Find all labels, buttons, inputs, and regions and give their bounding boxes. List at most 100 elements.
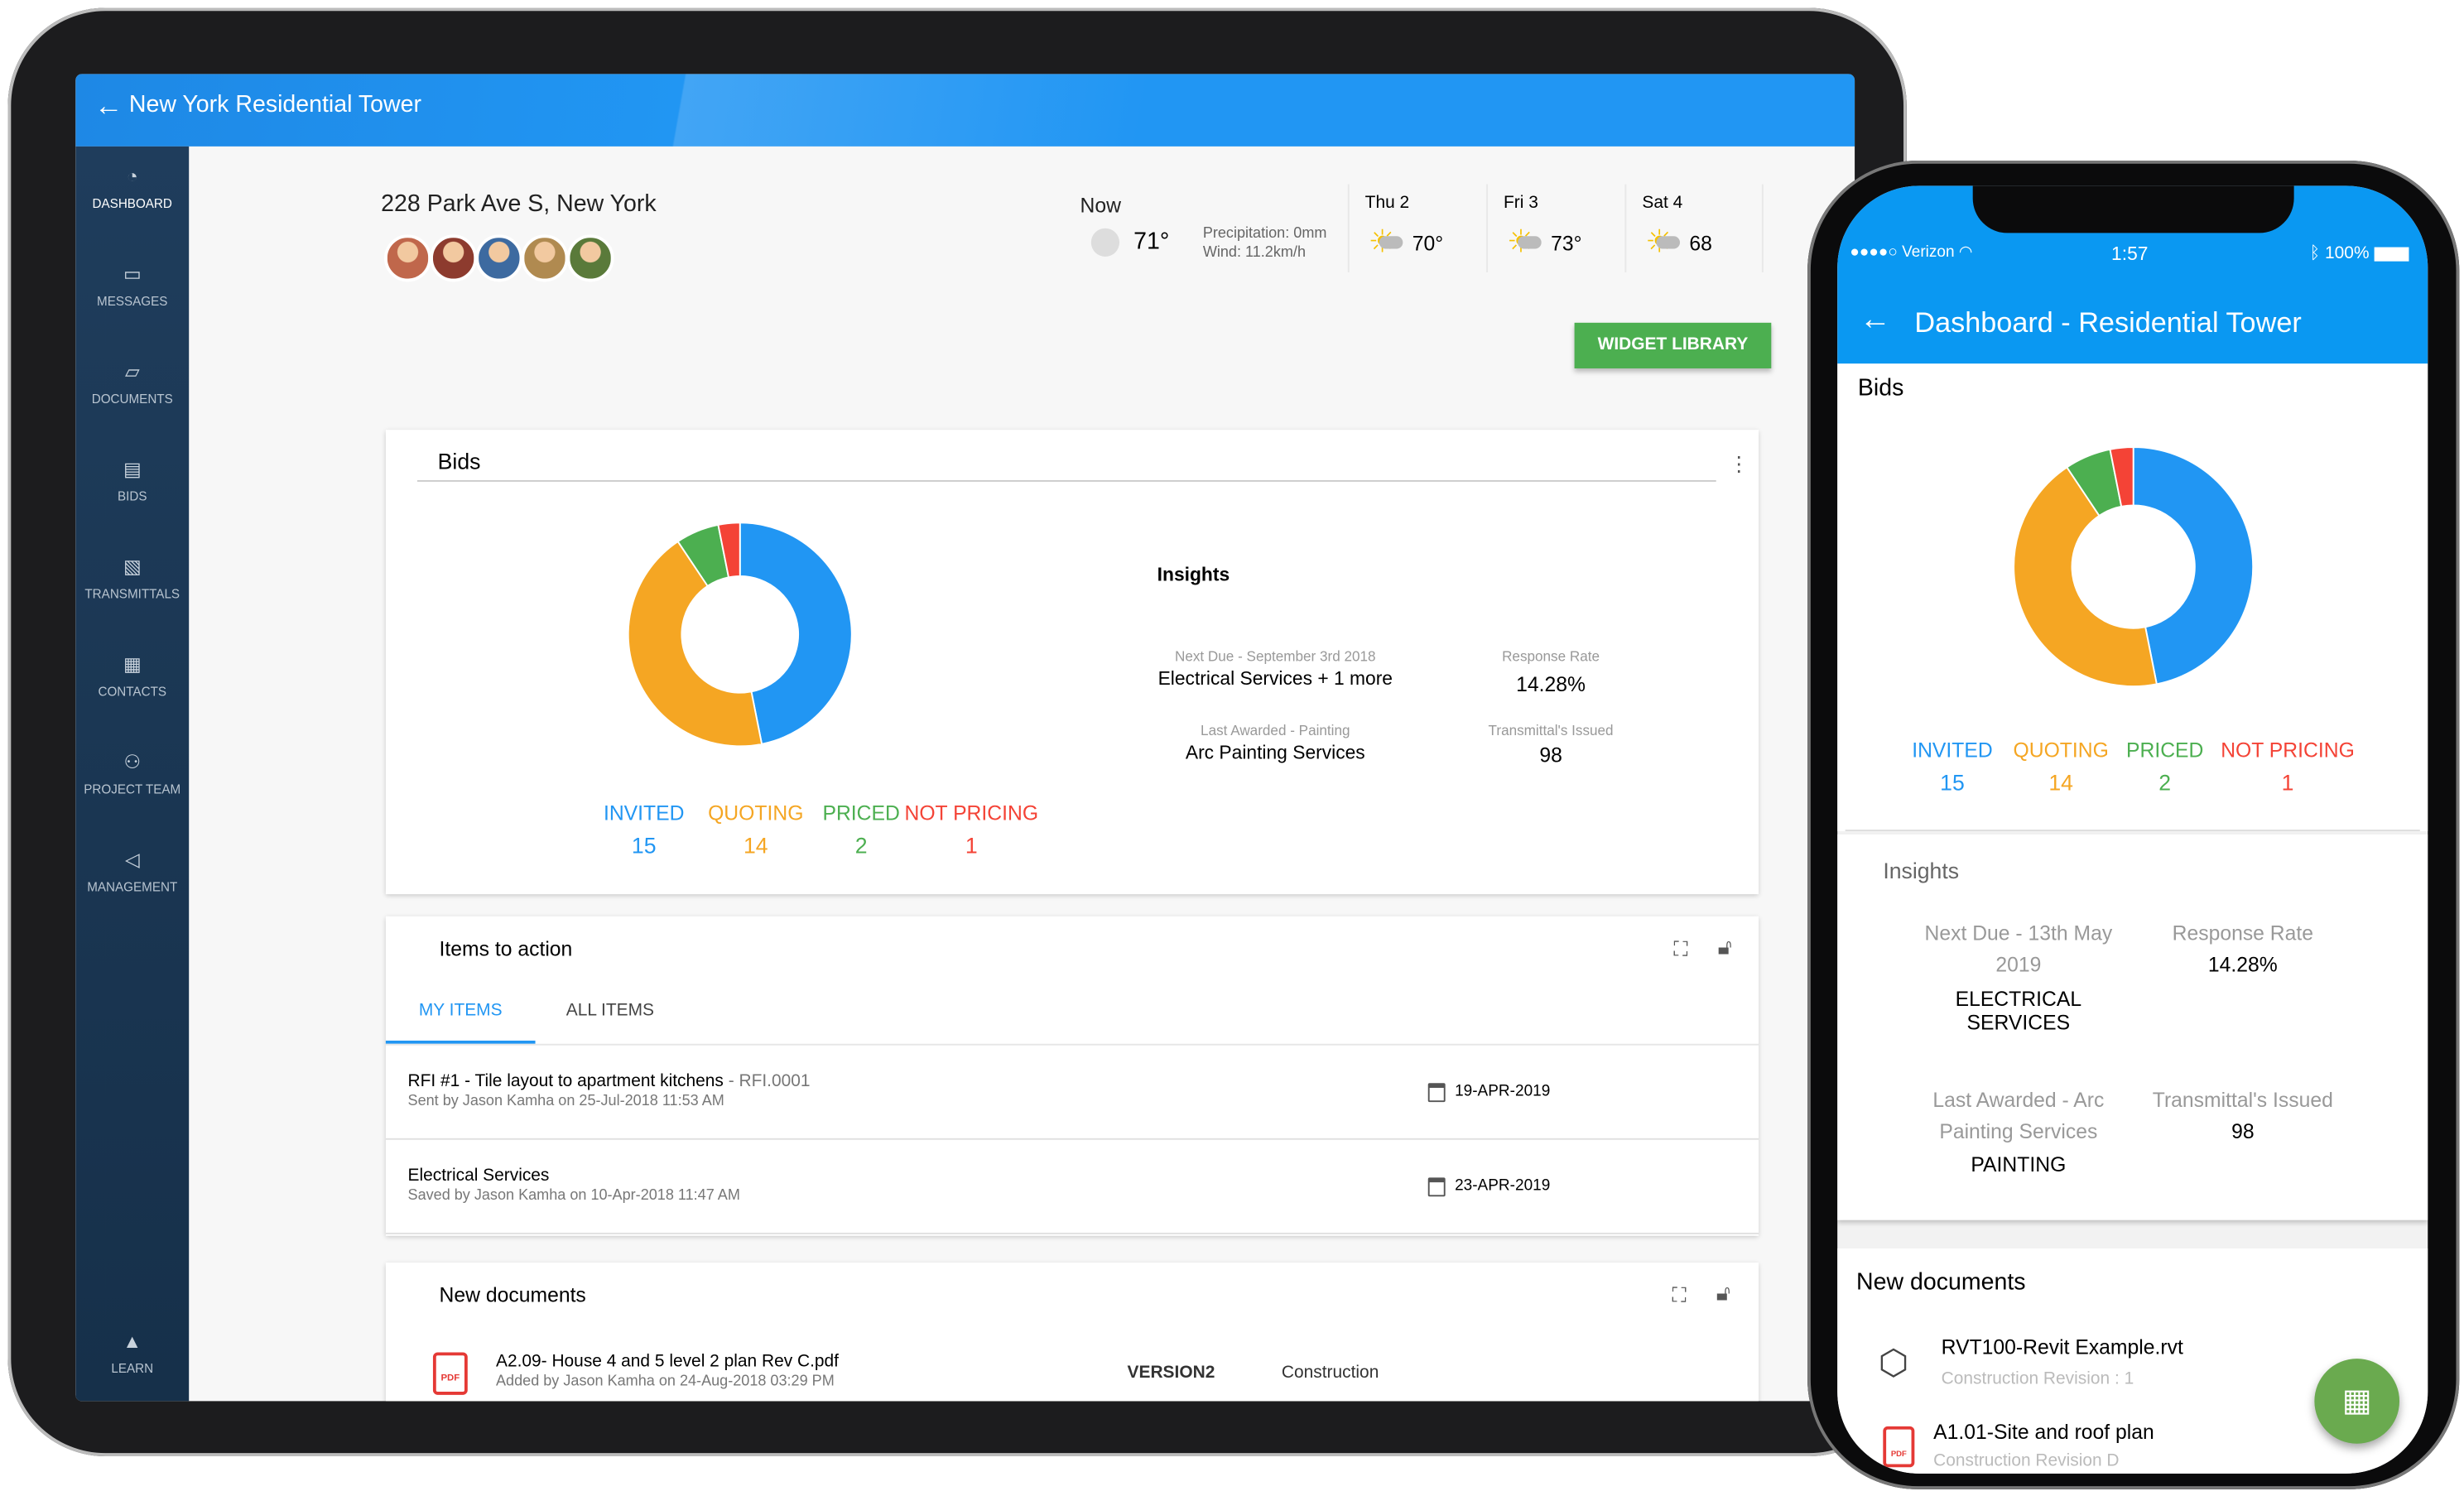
phone-last-awarded: Last Awarded - Arc Painting Services PAI…	[1908, 1085, 2129, 1176]
document-sub: Construction Revision D	[1933, 1451, 2120, 1471]
sidebar-item-bids[interactable]: ▤ BIDS	[75, 458, 189, 503]
tab-all-items[interactable]: ALL ITEMS	[543, 987, 677, 1043]
cloud-icon	[1656, 236, 1681, 249]
next-due-label: Next Due - September 3rd 2018	[1174, 648, 1376, 665]
avatar[interactable]	[521, 234, 569, 282]
widget-library-button[interactable]: WIDGET LIBRARY	[1574, 322, 1772, 368]
project-address: 228 Park Ave S, New York	[381, 190, 657, 218]
lock-icon[interactable]: 🔓︎	[1716, 1280, 1730, 1306]
more-vert-icon[interactable]: ⋮	[1729, 452, 1749, 477]
action-item-row[interactable]: Electrical Services Saved by Jason Kamha…	[385, 1140, 1759, 1234]
project-title: New York Residential Tower	[128, 91, 421, 118]
calendar-icon	[1427, 1083, 1446, 1103]
weather-details: Precipitation: 0mm Wind: 11.2km/h	[1203, 225, 1327, 263]
phone-bids-card: Bids INVITED 15 QUOTING 14 PRICED 2 NOT PRICIN…	[1837, 363, 2428, 832]
bids-donut-chart	[627, 522, 853, 748]
messages-icon: ▭	[123, 262, 142, 286]
weather-day-label: Sat 4	[1642, 193, 1683, 213]
donut-slice-invited[interactable]	[2132, 446, 2255, 685]
last-awarded: Last Awarded - Painting Arc Painting Ser…	[1126, 723, 1425, 763]
tablet-screen: ← New York Residential Tower ◔ DASHBOARD ▭…	[75, 74, 1855, 1402]
avatar[interactable]	[383, 234, 432, 282]
document-name: A2.09- House 4 and 5 level 2 plan Rev C.…	[496, 1352, 839, 1372]
divider	[1845, 830, 2420, 832]
document-name: A1.01-Site and roof plan	[1933, 1420, 2154, 1444]
document-name: RVT100-Revit Example.rvt	[1941, 1335, 2183, 1359]
next-due: Next Due - September 3rd 2018 Electrical…	[1126, 648, 1425, 689]
phone-next-due: Next Due - 13th May 2019 ELECTRICAL SERV…	[1908, 918, 2129, 1035]
document-type: Construction	[1281, 1363, 1379, 1383]
tab-my-items[interactable]: MY ITEMS	[385, 987, 536, 1044]
project-team-icon: ⚇	[123, 751, 141, 773]
item-ref: - RFI.0001	[728, 1071, 811, 1091]
insights-title: Insights	[1157, 563, 1230, 586]
bids-icon: ▤	[123, 458, 142, 480]
3d-model-icon: ⬡	[1878, 1343, 1909, 1383]
transmittals-value: 98	[2231, 1119, 2255, 1143]
avatar[interactable]	[475, 234, 523, 282]
item-sub: Saved by Jason Kamha on 10-Apr-2018 11:4…	[407, 1186, 740, 1205]
sidebar-item-project-team[interactable]: ⚇ PROJECT TEAM	[75, 751, 189, 796]
weather-now-label: Now	[1080, 193, 1121, 218]
expand-icon[interactable]: ⛶	[1672, 1283, 1686, 1308]
sidebar-item-documents[interactable]: ▱ DOCUMENTS	[75, 360, 189, 406]
sidebar-item-management[interactable]: ◁ MANAGEMENT	[75, 849, 189, 894]
document-sub: Construction Revision : 1	[1941, 1369, 2134, 1389]
pdf-file-icon: PDF	[432, 1352, 468, 1395]
expand-icon[interactable]: ⛶	[1673, 936, 1687, 961]
weather-day-temp: 73°	[1551, 231, 1582, 256]
sidebar-item-learn[interactable]: ▲ LEARN	[75, 1330, 189, 1376]
document-version: VERSION2	[1127, 1363, 1215, 1383]
carrier-name: Verizon	[1902, 243, 1955, 262]
weather-day: Fri 3 ☀ 73°	[1486, 184, 1624, 272]
avatar[interactable]	[566, 234, 614, 282]
app-header: ← New York Residential Tower	[75, 74, 1855, 147]
cloud-icon	[1518, 236, 1542, 249]
donut-slice-invited[interactable]	[739, 522, 853, 745]
document-item[interactable]: A1.01-Site and roof plan Construction Re…	[1933, 1420, 2154, 1470]
weather-day-temp: 68	[1689, 231, 1712, 256]
weather-day-temp: 70°	[1412, 231, 1444, 256]
legend-label: NOT PRICING	[904, 801, 1039, 825]
transmittals-issued: Transmittal's Issued 98	[1441, 723, 1661, 767]
cloud-icon	[1379, 236, 1403, 249]
next-due-value: ELECTRICAL SERVICES	[1955, 987, 2082, 1035]
sidebar-item-contacts[interactable]: ▦ CONTACTS	[75, 653, 189, 699]
phone-bids-legend: INVITED 15 QUOTING 14 PRICED 2 NOT PRICING 1	[1837, 738, 2428, 801]
response-rate: Response Rate 14.28%	[1456, 648, 1645, 695]
sidebar-item-label: DASHBOARD	[92, 196, 172, 211]
legend-value: 1	[965, 832, 978, 859]
item-sub: Sent by Jason Kamha on 25-Jul-2018 11:53…	[407, 1092, 724, 1110]
phone-notch	[1972, 185, 2294, 233]
sidebar-item-transmittals[interactable]: ▧ TRANSMITTALS	[75, 556, 189, 601]
response-rate-value: 14.28%	[1516, 671, 1586, 696]
precipitation: Precipitation: 0mm	[1202, 224, 1327, 243]
weather-day-label: Thu 2	[1364, 193, 1410, 213]
sidebar-item-label: TRANSMITTALS	[84, 587, 180, 602]
phone-bids-title: Bids	[1857, 374, 1904, 402]
documents-title: New documents	[439, 1282, 586, 1307]
sidebar-item-messages[interactable]: ▭ MESSAGES	[75, 263, 189, 309]
lock-icon[interactable]: 🔓︎	[1718, 934, 1732, 960]
arrow-left-icon[interactable]: ←	[94, 89, 123, 123]
document-item[interactable]: A2.09- House 4 and 5 level 2 plan Rev C.…	[496, 1352, 839, 1390]
sidebar-item-dashboard[interactable]: ◔ DASHBOARD	[75, 166, 189, 211]
team-avatars[interactable]	[383, 234, 620, 282]
phone-insights-card: Insights Next Due - 13th May 2019 ELECTR…	[1837, 834, 2428, 1220]
transmittals-label: Transmittal's Issued	[1488, 722, 1614, 738]
action-item-row[interactable]: RFI #1 - Tile layout to apartment kitche…	[385, 1046, 1759, 1140]
document-item[interactable]: RVT100-Revit Example.rvt Construction Re…	[1942, 1335, 2183, 1389]
phone-frame: ●●●●○ Verizon ◠ 1:57 ᛒ 100% ← Dashboard …	[1807, 160, 2460, 1489]
items-to-action-card: Items to action ⛶ 🔓︎ MY ITEMS ALL ITEMS …	[385, 916, 1759, 1236]
bids-card: Bids ⋮ INVITED 15 QUOTING 14 PRICED 2 NOT PRIC…	[385, 430, 1759, 895]
apps-grid-fab[interactable]: ▦	[2314, 1359, 2400, 1444]
avatar[interactable]	[430, 234, 478, 282]
bids-title: Bids	[437, 448, 481, 474]
phone-insights-title: Insights	[1883, 858, 1960, 883]
weather-day-label: Fri 3	[1504, 193, 1538, 213]
phone-transmittals: Transmittal's Issued 98	[2120, 1085, 2365, 1143]
last-awarded-value: PAINTING	[1971, 1152, 2067, 1176]
arrow-left-icon[interactable]: ←	[1860, 302, 1891, 339]
document-sub: Added by Jason Kamha on 24-Aug-2018 03:2…	[496, 1373, 835, 1391]
new-documents-card: New documents ⛶ 🔓︎ PDF A2.09- House 4 an…	[385, 1263, 1759, 1402]
